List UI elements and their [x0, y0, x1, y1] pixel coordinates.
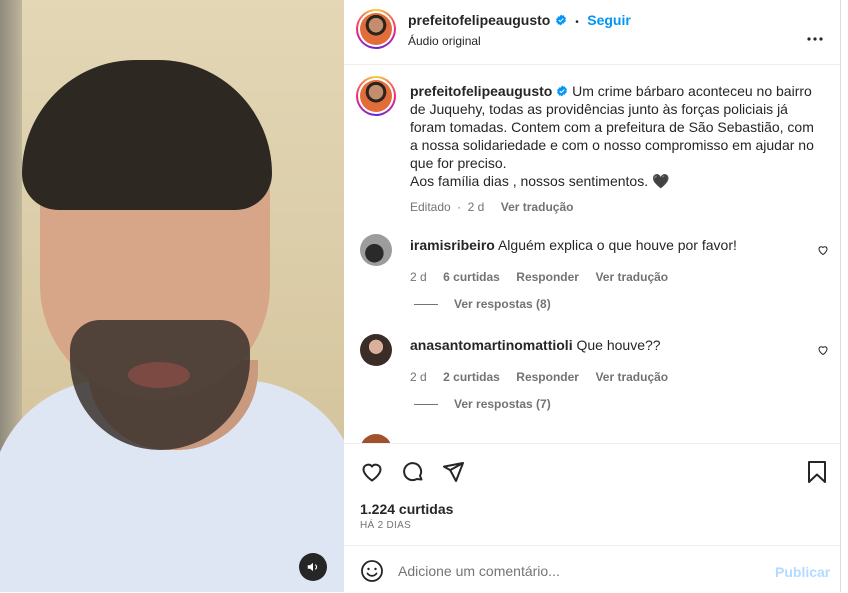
- author-info: prefeitofelipeaugusto • Seguir Áudio ori…: [408, 12, 631, 48]
- comment-translate-link[interactable]: Ver tradução: [595, 270, 668, 284]
- comment-likes[interactable]: 6 curtidas: [443, 270, 500, 284]
- speaker-icon: [307, 562, 318, 572]
- add-comment-bar: Publicar: [344, 545, 840, 593]
- post-header: prefeitofelipeaugusto • Seguir Áudio ori…: [344, 0, 840, 65]
- post-actions: 1.224 curtidas HÁ 2 DIAS: [344, 443, 840, 546]
- like-icon[interactable]: [360, 460, 384, 484]
- comment-body: iramisribeiro Alguém explica o que houve…: [410, 236, 810, 254]
- comment-reply-button[interactable]: Responder: [516, 270, 579, 284]
- likes-count[interactable]: 1.224 curtidas: [360, 501, 453, 517]
- caption-text-4: a nossa solidariedade e com o nosso comp…: [410, 137, 814, 153]
- post-details-panel: prefeitofelipeaugusto • Seguir Áudio ori…: [344, 0, 841, 592]
- more-options-icon: [807, 37, 823, 41]
- view-replies-label: Ver respostas (7): [454, 397, 551, 411]
- audio-toggle-button[interactable]: [299, 553, 327, 581]
- replies-line: [414, 404, 438, 406]
- comment-time: 2 d: [410, 370, 427, 384]
- comment-avatar-clipped: [360, 434, 392, 443]
- publish-button[interactable]: Publicar: [775, 564, 830, 580]
- comment-meta: 2 d 6 curtidas Responder Ver tradução: [410, 268, 810, 286]
- comment-item: anasantomartinomattioli Que houve?? 2 d …: [410, 336, 810, 386]
- original-audio-link[interactable]: Áudio original: [408, 34, 631, 48]
- caption-text-1: Um crime bárbaro aconteceu no bairro: [572, 83, 812, 99]
- follow-button[interactable]: Seguir: [587, 12, 631, 28]
- more-options-button[interactable]: [807, 28, 823, 46]
- post-date: HÁ 2 DIAS: [360, 520, 412, 531]
- emoji-icon[interactable]: [360, 559, 384, 583]
- caption-text-3: foram tomadas. Contem com a prefeitura d…: [410, 119, 814, 135]
- comment-username[interactable]: iramisribeiro: [410, 237, 495, 253]
- comment-text: Que houve??: [576, 337, 661, 353]
- post-caption: prefeitofelipeaugusto Um crime bárbaro a…: [410, 82, 822, 216]
- view-replies-button[interactable]: Ver respostas (7): [414, 397, 551, 411]
- video-mouth: [128, 362, 190, 388]
- comment-like-icon[interactable]: [817, 344, 829, 356]
- comment-avatar[interactable]: [360, 234, 392, 266]
- view-replies-label: Ver respostas (8): [454, 297, 551, 311]
- caption-time: 2 d: [467, 200, 485, 214]
- add-comment-input[interactable]: [396, 558, 760, 584]
- comment-username[interactable]: anasantomartinomattioli: [410, 337, 573, 353]
- header-separator: •: [575, 17, 579, 28]
- post-video[interactable]: [0, 0, 344, 592]
- share-icon[interactable]: [441, 460, 465, 484]
- caption-text-5: que for preciso.: [410, 155, 507, 171]
- edited-label: Editado: [410, 200, 451, 214]
- caption-author-username[interactable]: prefeitofelipeaugusto: [410, 83, 552, 99]
- verified-badge-icon: [557, 85, 568, 97]
- caption-text-6: Aos família dias , nossos sentimentos. 🖤: [410, 173, 670, 189]
- comment-like-icon[interactable]: [817, 244, 829, 256]
- meta-dot: ·: [457, 200, 462, 214]
- view-replies-button[interactable]: Ver respostas (8): [414, 297, 551, 311]
- comment-icon[interactable]: [401, 460, 425, 484]
- caption-translate-link[interactable]: Ver tradução: [501, 200, 574, 214]
- comment-item: iramisribeiro Alguém explica o que houve…: [410, 236, 810, 286]
- save-icon[interactable]: [806, 460, 828, 484]
- caption-meta: Editado · 2 d Ver tradução: [410, 198, 822, 216]
- caption-author-avatar[interactable]: [356, 76, 396, 116]
- comment-body: anasantomartinomattioli Que houve??: [410, 336, 810, 354]
- comment-time: 2 d: [410, 270, 427, 284]
- comment-likes[interactable]: 2 curtidas: [443, 370, 500, 384]
- author-avatar[interactable]: [356, 9, 396, 49]
- comment-translate-link[interactable]: Ver tradução: [595, 370, 668, 384]
- comment-reply-button[interactable]: Responder: [516, 370, 579, 384]
- caption-text-2: de Juquehy, todas as providências junto …: [410, 101, 788, 117]
- author-username[interactable]: prefeitofelipeaugusto: [408, 12, 550, 28]
- verified-badge-icon: [555, 14, 566, 26]
- comment-meta: 2 d 2 curtidas Responder Ver tradução: [410, 368, 810, 386]
- comment-avatar[interactable]: [360, 334, 392, 366]
- comment-text: Alguém explica o que houve por favor!: [497, 237, 737, 253]
- caption-line-1: prefeitofelipeaugusto Um crime bárbaro a…: [410, 82, 822, 100]
- replies-line: [414, 304, 438, 306]
